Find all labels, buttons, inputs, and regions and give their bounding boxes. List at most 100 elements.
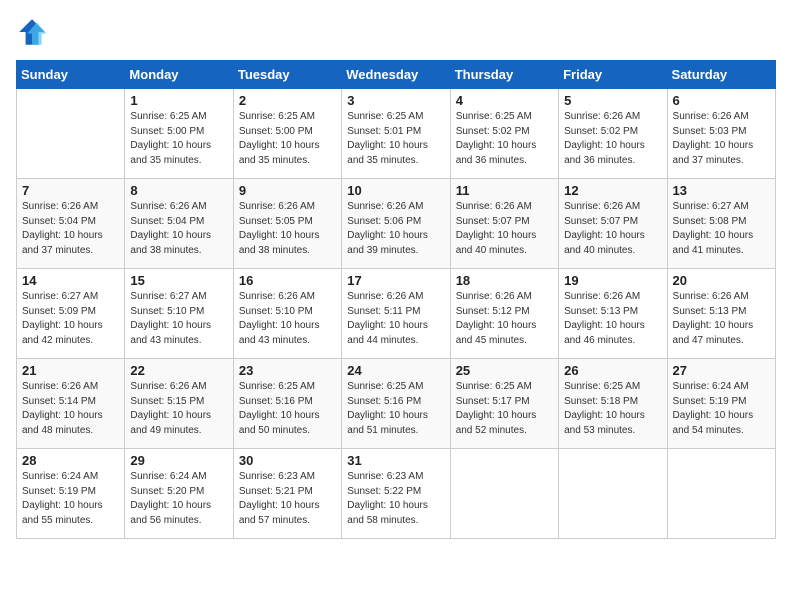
day-cell: 3 Sunrise: 6:25 AM Sunset: 5:01 PM Daylig… [342,89,450,179]
day-info: Sunrise: 6:25 AM Sunset: 5:16 PM Dayligh… [239,380,336,438]
day-info: Sunrise: 6:25 AM Sunset: 5:00 PM Dayligh… [130,110,227,168]
day-cell: 26 Sunrise: 6:25 AM Sunset: 5:18 PM Dayli… [559,359,667,449]
day-info: Sunrise: 6:25 AM Sunset: 5:01 PM Dayligh… [347,110,444,168]
day-cell: 13 Sunrise: 6:27 AM Sunset: 5:08 PM Dayli… [667,179,775,269]
day-number: 12 [564,183,661,198]
day-info: Sunrise: 6:27 AM Sunset: 5:08 PM Dayligh… [673,200,770,258]
day-info: Sunrise: 6:26 AM Sunset: 5:03 PM Dayligh… [673,110,770,168]
header-thursday: Thursday [450,61,558,89]
day-info: Sunrise: 6:25 AM Sunset: 5:17 PM Dayligh… [456,380,553,438]
day-number: 23 [239,363,336,378]
day-number: 28 [22,453,119,468]
day-number: 19 [564,273,661,288]
day-number: 9 [239,183,336,198]
day-number: 16 [239,273,336,288]
day-info: Sunrise: 6:26 AM Sunset: 5:13 PM Dayligh… [673,290,770,348]
day-number: 30 [239,453,336,468]
day-number: 22 [130,363,227,378]
day-number: 1 [130,93,227,108]
day-cell: 14Sunrise: 6:27 AM Sunset: 5:09 PM Dayli… [17,269,125,359]
day-number: 15 [130,273,227,288]
day-number: 11 [456,183,553,198]
day-number: 2 [239,93,336,108]
day-cell: 4 Sunrise: 6:25 AM Sunset: 5:02 PM Daylig… [450,89,558,179]
day-number: 6 [673,93,770,108]
week-row-2: 7 Sunrise: 6:26 AM Sunset: 5:04 PM Daylig… [17,179,776,269]
week-row-4: 21Sunrise: 6:26 AM Sunset: 5:14 PM Dayli… [17,359,776,449]
day-info: Sunrise: 6:26 AM Sunset: 5:07 PM Dayligh… [456,200,553,258]
day-cell: 6 Sunrise: 6:26 AM Sunset: 5:03 PM Daylig… [667,89,775,179]
day-cell: 7 Sunrise: 6:26 AM Sunset: 5:04 PM Daylig… [17,179,125,269]
day-number: 8 [130,183,227,198]
day-info: Sunrise: 6:25 AM Sunset: 5:16 PM Dayligh… [347,380,444,438]
day-info: Sunrise: 6:26 AM Sunset: 5:06 PM Dayligh… [347,200,444,258]
day-number: 24 [347,363,444,378]
day-cell: 1 Sunrise: 6:25 AM Sunset: 5:00 PM Daylig… [125,89,233,179]
day-number: 5 [564,93,661,108]
header-friday: Friday [559,61,667,89]
day-cell: 31 Sunrise: 6:23 AM Sunset: 5:22 PM Dayli… [342,449,450,539]
day-info: Sunrise: 6:26 AM Sunset: 5:13 PM Dayligh… [564,290,661,348]
day-cell: 9 Sunrise: 6:26 AM Sunset: 5:05 PM Daylig… [233,179,341,269]
day-number: 31 [347,453,444,468]
day-cell: 19 Sunrise: 6:26 AM Sunset: 5:13 PM Dayli… [559,269,667,359]
day-cell: 25 Sunrise: 6:25 AM Sunset: 5:17 PM Dayli… [450,359,558,449]
day-info: Sunrise: 6:24 AM Sunset: 5:19 PM Dayligh… [22,470,119,528]
day-number: 25 [456,363,553,378]
week-row-3: 14Sunrise: 6:27 AM Sunset: 5:09 PM Dayli… [17,269,776,359]
day-info: Sunrise: 6:23 AM Sunset: 5:22 PM Dayligh… [347,470,444,528]
day-cell: 30 Sunrise: 6:23 AM Sunset: 5:21 PM Dayli… [233,449,341,539]
day-cell: 11 Sunrise: 6:26 AM Sunset: 5:07 PM Dayli… [450,179,558,269]
day-cell: 16 Sunrise: 6:26 AM Sunset: 5:10 PM Dayli… [233,269,341,359]
day-number: 4 [456,93,553,108]
week-row-1: 1 Sunrise: 6:25 AM Sunset: 5:00 PM Daylig… [17,89,776,179]
day-number: 27 [673,363,770,378]
day-number: 10 [347,183,444,198]
day-number: 13 [673,183,770,198]
day-cell: 8 Sunrise: 6:26 AM Sunset: 5:04 PM Daylig… [125,179,233,269]
day-cell: 2Sunrise: 6:25 AM Sunset: 5:00 PM Daylig… [233,89,341,179]
day-info: Sunrise: 6:23 AM Sunset: 5:21 PM Dayligh… [239,470,336,528]
logo [16,16,52,48]
header-sunday: Sunday [17,61,125,89]
header-row: SundayMondayTuesdayWednesdayThursdayFrid… [17,61,776,89]
day-cell: 10 Sunrise: 6:26 AM Sunset: 5:06 PM Dayli… [342,179,450,269]
day-info: Sunrise: 6:26 AM Sunset: 5:15 PM Dayligh… [130,380,227,438]
day-cell [17,89,125,179]
day-cell: 24 Sunrise: 6:25 AM Sunset: 5:16 PM Dayli… [342,359,450,449]
day-info: Sunrise: 6:26 AM Sunset: 5:10 PM Dayligh… [239,290,336,348]
week-row-5: 28 Sunrise: 6:24 AM Sunset: 5:19 PM Dayli… [17,449,776,539]
day-info: Sunrise: 6:26 AM Sunset: 5:02 PM Dayligh… [564,110,661,168]
day-info: Sunrise: 6:26 AM Sunset: 5:04 PM Dayligh… [130,200,227,258]
day-cell [667,449,775,539]
day-info: Sunrise: 6:25 AM Sunset: 5:02 PM Dayligh… [456,110,553,168]
day-cell: 21Sunrise: 6:26 AM Sunset: 5:14 PM Dayli… [17,359,125,449]
day-cell: 17 Sunrise: 6:26 AM Sunset: 5:11 PM Dayli… [342,269,450,359]
day-cell [559,449,667,539]
day-info: Sunrise: 6:27 AM Sunset: 5:10 PM Dayligh… [130,290,227,348]
day-info: Sunrise: 6:24 AM Sunset: 5:19 PM Dayligh… [673,380,770,438]
day-cell: 20 Sunrise: 6:26 AM Sunset: 5:13 PM Dayli… [667,269,775,359]
logo-icon [16,16,48,48]
day-info: Sunrise: 6:25 AM Sunset: 5:18 PM Dayligh… [564,380,661,438]
day-cell: 22 Sunrise: 6:26 AM Sunset: 5:15 PM Dayli… [125,359,233,449]
header-wednesday: Wednesday [342,61,450,89]
day-number: 7 [22,183,119,198]
day-number: 20 [673,273,770,288]
day-info: Sunrise: 6:26 AM Sunset: 5:12 PM Dayligh… [456,290,553,348]
day-number: 17 [347,273,444,288]
day-info: Sunrise: 6:26 AM Sunset: 5:07 PM Dayligh… [564,200,661,258]
day-cell: 29Sunrise: 6:24 AM Sunset: 5:20 PM Dayli… [125,449,233,539]
day-cell: 5 Sunrise: 6:26 AM Sunset: 5:02 PM Daylig… [559,89,667,179]
day-number: 18 [456,273,553,288]
day-info: Sunrise: 6:26 AM Sunset: 5:11 PM Dayligh… [347,290,444,348]
header-monday: Monday [125,61,233,89]
day-info: Sunrise: 6:26 AM Sunset: 5:05 PM Dayligh… [239,200,336,258]
day-cell: 28 Sunrise: 6:24 AM Sunset: 5:19 PM Dayli… [17,449,125,539]
day-info: Sunrise: 6:26 AM Sunset: 5:04 PM Dayligh… [22,200,119,258]
day-info: Sunrise: 6:27 AM Sunset: 5:09 PM Dayligh… [22,290,119,348]
header-tuesday: Tuesday [233,61,341,89]
day-number: 3 [347,93,444,108]
header-saturday: Saturday [667,61,775,89]
day-number: 26 [564,363,661,378]
